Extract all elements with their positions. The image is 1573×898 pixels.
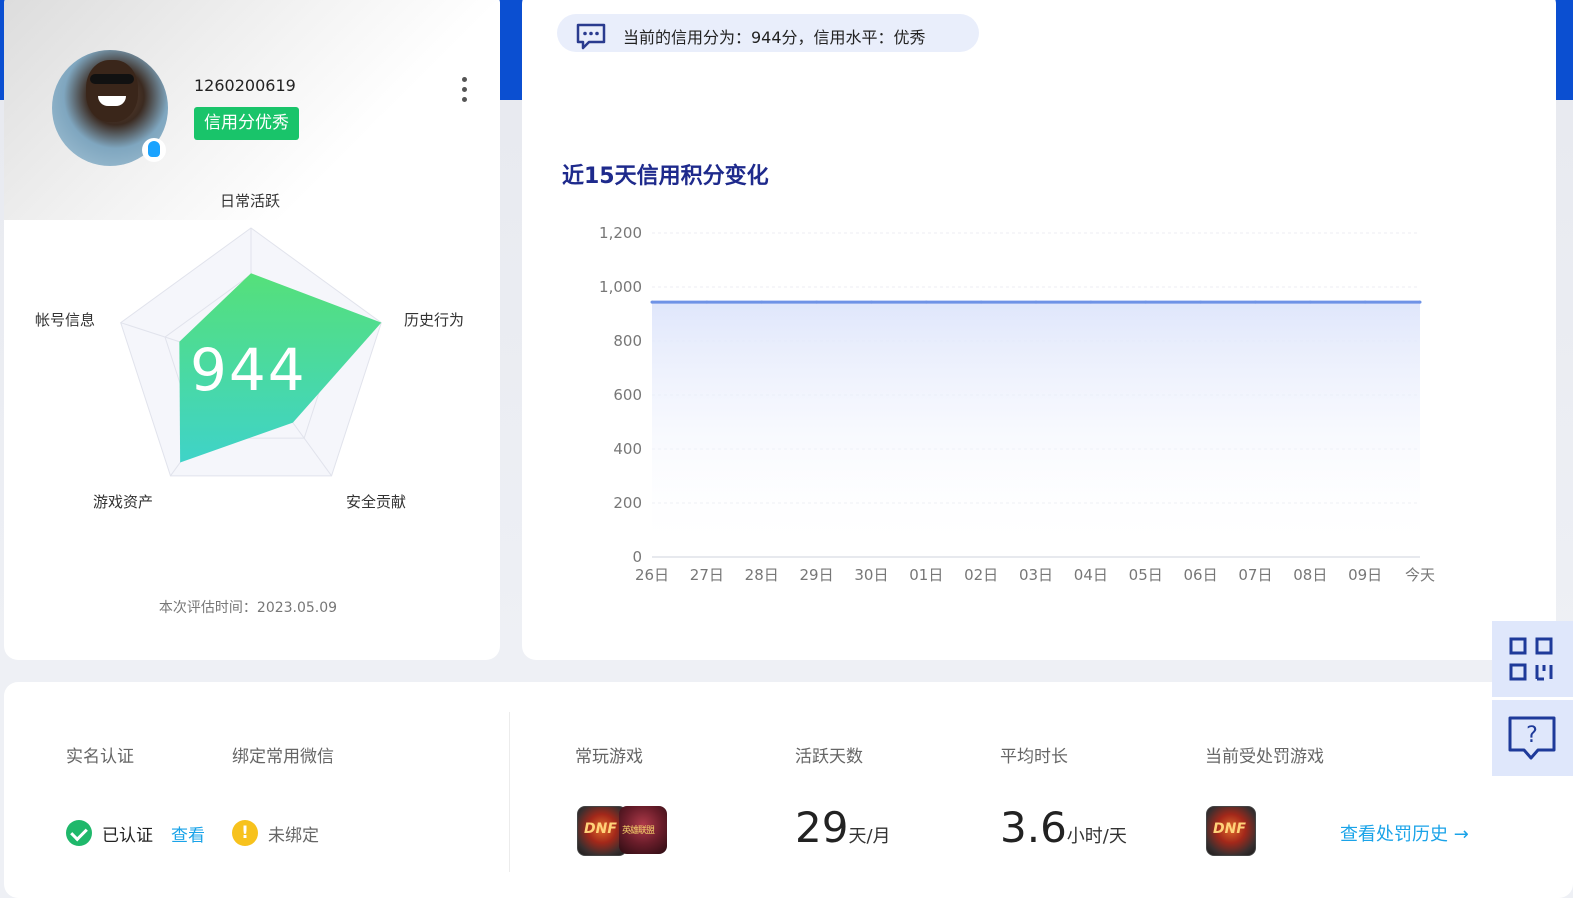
series-area	[652, 302, 1420, 557]
y-tick-label: 0	[632, 548, 642, 566]
series-point	[1308, 300, 1312, 304]
real-name-status-text: 已认证	[102, 825, 153, 846]
radar-label-daily-activity: 日常活跃	[220, 192, 281, 210]
radar-label-security: 安全贡献	[346, 493, 407, 511]
series-point	[1199, 300, 1203, 304]
x-tick-label: 07日	[1238, 566, 1272, 584]
active-days-label: 活跃天数	[795, 747, 863, 767]
series-point	[1418, 300, 1422, 304]
score-summary-pill: 当前的信用分为：944分，信用水平：优秀	[557, 14, 979, 52]
series-point	[705, 300, 709, 304]
evaluation-time: 本次评估时间：2023.05.09	[158, 600, 338, 616]
game-icon-lol[interactable]: 英雄联盟	[619, 806, 667, 854]
wechat-label: 绑定常用微信	[232, 747, 334, 767]
x-tick-label: 29日	[800, 566, 834, 584]
account-stats-card	[4, 682, 1573, 898]
penalty-label: 当前受处罚游戏	[1205, 747, 1324, 767]
credit-trend-chart: 0 200 400 600 800 1,000 1,200 26日 27日 28日 29日 30日 01…	[599, 224, 1435, 584]
x-tick-label: 01日	[909, 566, 943, 584]
help-button[interactable]: ?	[1492, 700, 1573, 776]
x-tick-label: 28日	[745, 566, 779, 584]
series-point	[1089, 300, 1093, 304]
series-point	[924, 300, 928, 304]
x-tick-label: 26日	[635, 566, 669, 584]
x-tick-label: 03日	[1019, 566, 1053, 584]
qrcode-icon	[1509, 637, 1553, 681]
series-point	[760, 300, 764, 304]
series-point	[815, 300, 819, 304]
x-tick-label: 30日	[854, 566, 888, 584]
score-summary-text: 当前的信用分为：944分，信用水平：优秀	[623, 28, 926, 47]
radar-label-history: 历史行为	[404, 311, 465, 329]
x-tick-label: 05日	[1129, 566, 1163, 584]
y-tick-label: 200	[613, 494, 642, 512]
series-point	[1253, 300, 1257, 304]
x-tick-label: 09日	[1348, 566, 1382, 584]
x-tick-label: 08日	[1293, 566, 1327, 584]
wechat-status: ! 未绑定	[232, 818, 319, 848]
warning-icon: !	[232, 820, 258, 846]
x-tick-label: 今天	[1405, 566, 1435, 584]
penalty-history-link[interactable]: 查看处罚历史 →	[1340, 820, 1469, 846]
active-days-value: 29天/月	[795, 803, 891, 852]
avg-time-value: 3.6小时/天	[1000, 803, 1127, 852]
help-icon: ?	[1508, 716, 1556, 760]
x-tick-label: 04日	[1074, 566, 1108, 584]
qrcode-button[interactable]	[1492, 621, 1573, 697]
y-tick-label: 600	[613, 386, 642, 404]
x-tick-label: 02日	[964, 566, 998, 584]
message-icon	[576, 23, 606, 50]
series-point	[650, 300, 654, 304]
y-tick-label: 1,200	[599, 224, 642, 242]
radar-label-account-info: 帐号信息	[35, 311, 96, 329]
series-point	[1144, 300, 1148, 304]
y-tick-label: 1,000	[599, 278, 642, 296]
svg-text:?: ?	[1526, 723, 1538, 748]
avg-time-label: 平均时长	[1000, 747, 1068, 767]
view-real-name-link[interactable]: 查看	[171, 821, 205, 846]
series-point	[1363, 300, 1367, 304]
wechat-status-text: 未绑定	[268, 825, 319, 846]
penalty-game-icon-dnf[interactable]: DNF	[1206, 806, 1256, 856]
series-point	[979, 300, 983, 304]
credit-score: 944	[190, 336, 307, 404]
section-divider	[509, 712, 510, 872]
chart-title: 近15天信用积分变化	[562, 164, 769, 189]
games-label: 常玩游戏	[575, 747, 643, 767]
x-tick-label: 27日	[690, 566, 724, 584]
series-point	[1034, 300, 1038, 304]
radar-chart	[120, 227, 382, 477]
check-icon	[66, 820, 92, 846]
x-tick-label: 06日	[1184, 566, 1218, 584]
y-tick-label: 400	[613, 440, 642, 458]
y-tick-label: 800	[613, 332, 642, 350]
real-name-status: 已认证 查看	[66, 818, 205, 848]
series-point	[869, 300, 873, 304]
real-name-label: 实名认证	[66, 747, 134, 767]
radar-label-game-assets: 游戏资产	[93, 493, 154, 511]
